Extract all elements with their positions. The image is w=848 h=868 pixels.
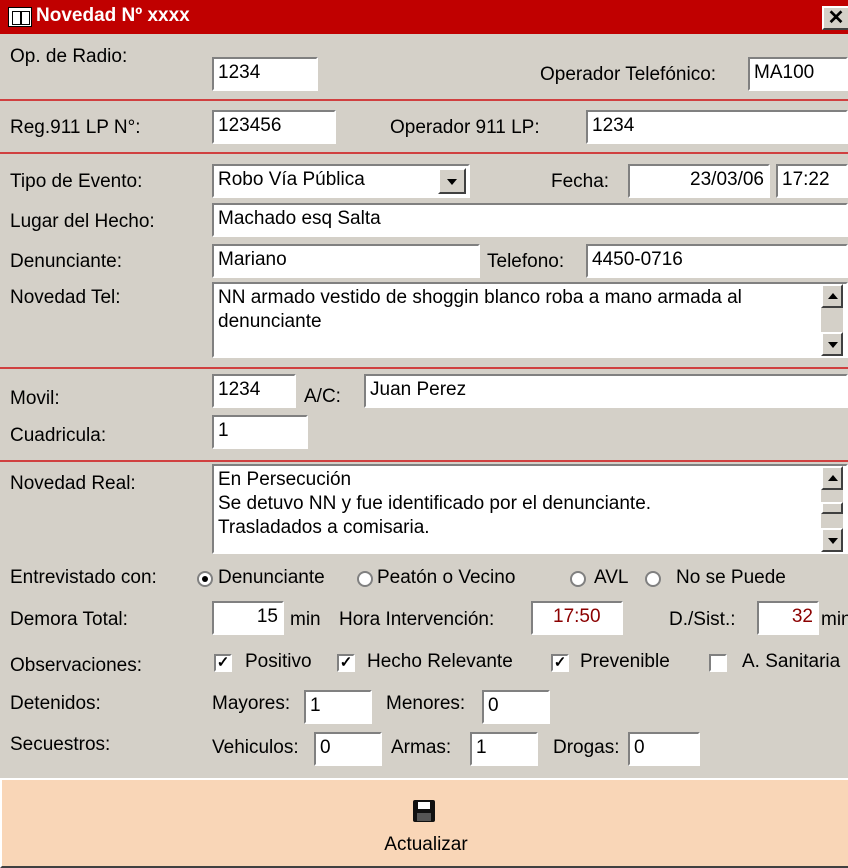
title-bar[interactable]: Novedad Nº xxxx ✕ (0, 0, 848, 34)
op911-label: Operador 911 LP: (390, 117, 540, 138)
mobile-label: Movil: (10, 388, 60, 409)
radio-denunciante-label: Denunciante (218, 567, 325, 588)
total-delay-unit: min (290, 609, 321, 630)
update-button[interactable]: Actualizar (0, 778, 848, 868)
real-report-line: Se detuvo NN y fue identificado por el d… (218, 493, 652, 514)
phone-report-scrollbar[interactable] (821, 284, 843, 356)
novedad-window: Novedad Nº xxxx ✕ Op. de Radio: 1234 Ope… (0, 0, 848, 868)
interviewed-label: Entrevistado con: (10, 567, 157, 588)
checkbox-prevenible-label: Prevenible (580, 651, 670, 672)
chevron-up-icon (828, 475, 838, 481)
separator (0, 367, 848, 369)
phone-field[interactable]: 4450-0716 (586, 244, 848, 278)
real-report-label: Novedad Real: (10, 473, 136, 494)
radio-operator-label: Op. de Radio: (10, 46, 128, 67)
radio-avl-label: AVL (594, 567, 629, 588)
weapons-field[interactable]: 1 (470, 732, 538, 766)
ac-label: A/C: (304, 386, 341, 407)
chevron-down-icon (828, 342, 838, 348)
book-icon (8, 7, 32, 27)
chevron-down-icon (447, 179, 457, 185)
seizures-label: Secuestros: (10, 734, 111, 755)
phone-operator-field[interactable]: MA100 (748, 57, 848, 91)
window-title: Novedad Nº xxxx (36, 5, 190, 26)
system-delay-field[interactable]: 32 (757, 601, 819, 635)
adults-label: Mayores: (212, 693, 291, 714)
intervention-time-label: Hora Intervención: (339, 609, 495, 630)
reg911-field[interactable]: 123456 (212, 110, 336, 144)
observations-label: Observaciones: (10, 655, 143, 676)
system-delay-label: D./Sist.: (669, 609, 736, 630)
drugs-field[interactable]: 0 (628, 732, 700, 766)
chevron-down-icon (828, 538, 838, 544)
real-report-scrollbar[interactable] (821, 466, 843, 552)
detainees-label: Detenidos: (10, 693, 101, 714)
checkbox-prevenible[interactable]: ✓ (551, 654, 569, 672)
time-field[interactable]: 17:22 (776, 164, 848, 198)
separator (0, 99, 848, 101)
location-label: Lugar del Hecho: (10, 211, 155, 232)
date-label: Fecha: (551, 171, 610, 192)
total-delay-field[interactable]: 15 (212, 601, 284, 635)
separator (0, 152, 848, 154)
radio-peaton[interactable] (357, 571, 373, 587)
complainant-field[interactable]: Mariano (212, 244, 480, 278)
location-field[interactable]: Machado esq Salta (212, 203, 848, 237)
reg911-label: Reg.911 LP N°: (10, 117, 141, 138)
radio-peaton-label: Peatón o Vecino (377, 567, 516, 588)
weapons-label: Armas: (391, 737, 452, 758)
checkbox-sanitaria[interactable] (709, 654, 727, 672)
checkbox-positivo[interactable]: ✓ (214, 654, 232, 672)
phone-report-label: Novedad Tel: (10, 287, 121, 308)
system-delay-unit: min (821, 609, 848, 630)
minors-label: Menores: (386, 693, 466, 714)
real-report-textarea[interactable]: En Persecución Se detuvo NN y fue identi… (212, 464, 848, 554)
update-button-label: Actualizar (384, 834, 468, 855)
mobile-field[interactable]: 1234 (212, 374, 296, 408)
event-type-value: Robo Vía Pública (218, 169, 365, 190)
vehicles-field[interactable]: 0 (314, 732, 382, 766)
checkbox-hecho-relevante-label: Hecho Relevante (367, 651, 513, 672)
event-type-label: Tipo de Evento: (10, 171, 143, 192)
complainant-label: Denunciante: (10, 251, 122, 272)
radio-no-se-puede-label: No se Puede (676, 567, 786, 588)
scroll-thumb[interactable] (821, 502, 843, 514)
event-type-select[interactable]: Robo Vía Pública (212, 164, 470, 198)
dropdown-button[interactable] (438, 168, 466, 194)
minors-field[interactable]: 0 (482, 690, 550, 724)
phone-operator-label: Operador Telefónico: (540, 64, 717, 85)
intervention-time-field[interactable]: 17:50 (531, 601, 623, 635)
radio-operator-field[interactable]: 1234 (212, 57, 318, 91)
checkbox-positivo-label: Positivo (245, 651, 312, 672)
vehicles-label: Vehiculos: (212, 737, 299, 758)
ac-field[interactable]: Juan Perez (364, 374, 848, 408)
chevron-up-icon (828, 293, 838, 299)
real-report-line: En Persecución (218, 469, 352, 490)
scroll-up-button[interactable] (821, 466, 843, 490)
scroll-down-button[interactable] (821, 332, 843, 356)
scroll-down-button[interactable] (821, 528, 843, 552)
radio-no-se-puede[interactable] (645, 571, 661, 587)
close-button[interactable]: ✕ (822, 6, 848, 30)
radio-avl[interactable] (570, 571, 586, 587)
separator (0, 460, 848, 462)
op911-field[interactable]: 1234 (586, 110, 848, 144)
phone-label: Telefono: (487, 251, 565, 272)
grid-field[interactable]: 1 (212, 415, 308, 449)
radio-denunciante[interactable] (197, 571, 213, 587)
total-delay-label: Demora Total: (10, 609, 128, 630)
adults-field[interactable]: 1 (304, 690, 372, 724)
scroll-up-button[interactable] (821, 284, 843, 308)
grid-label: Cuadricula: (10, 425, 107, 446)
floppy-disk-icon (413, 800, 435, 822)
checkbox-sanitaria-label: A. Sanitaria (742, 651, 841, 672)
checkbox-hecho-relevante[interactable]: ✓ (337, 654, 355, 672)
drugs-label: Drogas: (553, 737, 620, 758)
phone-report-textarea[interactable]: NN armado vestido de shoggin blanco roba… (212, 282, 848, 358)
date-field[interactable]: 23/03/06 (628, 164, 770, 198)
real-report-line: Trasladados a comisaria. (218, 517, 430, 538)
